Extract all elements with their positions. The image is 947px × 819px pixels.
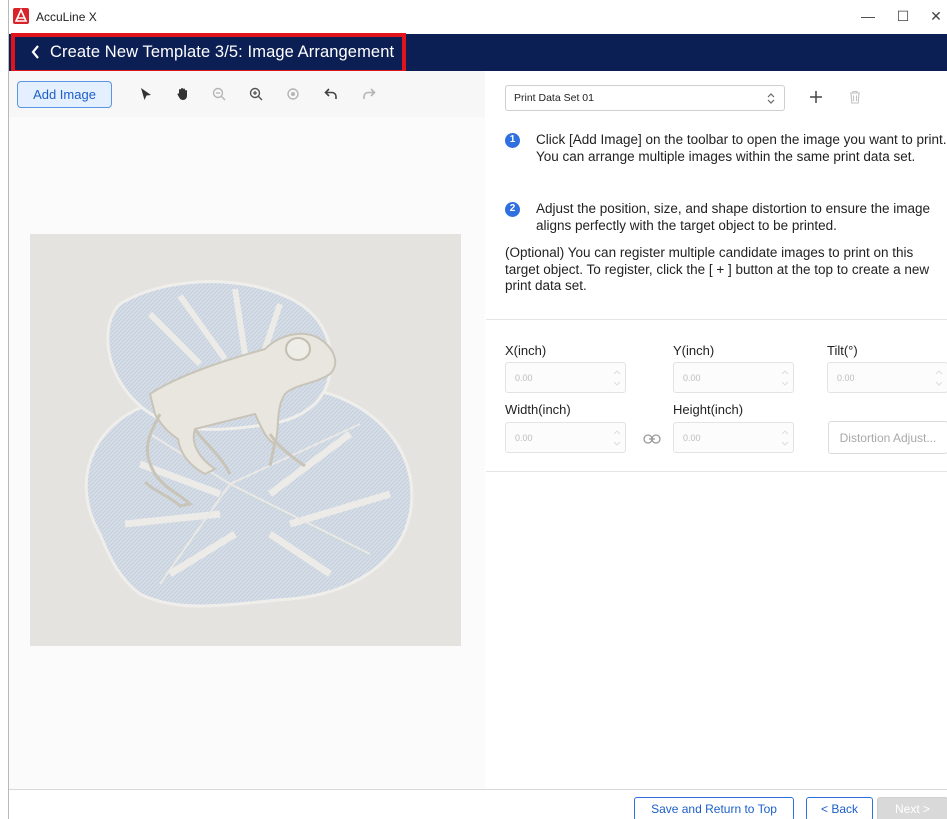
link-aspect-icon[interactable] (643, 432, 661, 444)
spinner-icon[interactable] (781, 427, 789, 449)
zoom-out-icon[interactable] (208, 83, 230, 105)
transform-fields: X(inch) Y(inch) Tilt(°) 0.00 0.00 0.00 W… (486, 319, 947, 472)
delete-data-set-button[interactable] (844, 86, 866, 108)
app-logo-icon (13, 8, 29, 24)
trash-icon (850, 90, 860, 104)
app-window: AccuLine X — ☐ ✕ Create New Template 3/5… (8, 0, 947, 819)
add-data-set-button[interactable] (804, 85, 828, 109)
plus-icon (810, 91, 822, 103)
width-label: Width(inch) (505, 402, 571, 417)
page-header: Create New Template 3/5: Image Arrangeme… (9, 34, 947, 71)
step-number-badge: 1 (505, 133, 520, 148)
width-value: 0.00 (515, 433, 533, 443)
app-title: AccuLine X (36, 10, 97, 24)
step-number-badge: 2 (505, 202, 520, 217)
add-image-button[interactable]: Add Image (17, 81, 112, 108)
x-label: X(inch) (505, 343, 547, 358)
save-and-return-button[interactable]: Save and Return to Top (634, 797, 794, 819)
spinner-icon[interactable] (613, 427, 621, 449)
zoom-in-icon[interactable] (245, 83, 267, 105)
step-text: Click [Add Image] on the toolbar to open… (536, 132, 947, 164)
width-input[interactable]: 0.00 (505, 422, 626, 453)
tilt-value: 0.00 (837, 373, 855, 383)
close-button[interactable]: ✕ (921, 4, 947, 28)
select-arrows-icon (766, 91, 776, 106)
hand-pan-icon[interactable] (172, 83, 194, 105)
undo-icon[interactable] (320, 83, 342, 105)
canvas-toolbar: Add Image (9, 71, 485, 117)
page-title: Create New Template 3/5: Image Arrangeme… (50, 43, 395, 61)
back-chevron-icon[interactable] (27, 43, 45, 61)
height-value: 0.00 (683, 433, 701, 443)
y-label: Y(inch) (673, 343, 715, 358)
tilt-input[interactable]: 0.00 (827, 362, 947, 393)
minimize-button[interactable]: — (853, 4, 883, 28)
optional-note: (Optional) You can register multiple can… (505, 245, 930, 293)
embroidery-image[interactable] (30, 234, 461, 646)
properties-panel: Print Data Set 01 1 Click [Add Image] on… (486, 71, 947, 789)
next-button[interactable]: Next > (877, 797, 947, 819)
canvas-panel: Add Image (9, 71, 485, 789)
spinner-icon[interactable] (935, 367, 943, 389)
distortion-adjust-button[interactable]: Distortion Adjust... (828, 421, 947, 454)
y-input[interactable]: 0.00 (673, 362, 794, 393)
instruction-step-1: 1 Click [Add Image] on the toolbar to op… (505, 132, 947, 182)
step-text: Adjust the position, size, and shape dis… (536, 201, 930, 233)
height-label: Height(inch) (673, 402, 744, 417)
back-button[interactable]: < Back (806, 797, 873, 819)
maximize-button[interactable]: ☐ (888, 4, 918, 28)
preview-eye-icon[interactable] (282, 83, 304, 105)
redo-icon[interactable] (358, 83, 380, 105)
spinner-icon[interactable] (781, 367, 789, 389)
instruction-step-2: 2 Adjust the position, size, and shape d… (505, 201, 947, 235)
spinner-icon[interactable] (613, 367, 621, 389)
print-data-set-select[interactable]: Print Data Set 01 (505, 85, 785, 111)
select-arrow-icon[interactable] (135, 83, 157, 105)
x-value: 0.00 (515, 373, 533, 383)
tilt-label: Tilt(°) (827, 343, 858, 358)
print-data-set-value: Print Data Set 01 (514, 92, 594, 104)
height-input[interactable]: 0.00 (673, 422, 794, 453)
x-input[interactable]: 0.00 (505, 362, 626, 393)
image-canvas[interactable] (9, 117, 485, 789)
title-bar: AccuLine X — ☐ ✕ (9, 0, 947, 34)
y-value: 0.00 (683, 373, 701, 383)
footer-bar: Save and Return to Top < Back Next > (9, 789, 947, 819)
